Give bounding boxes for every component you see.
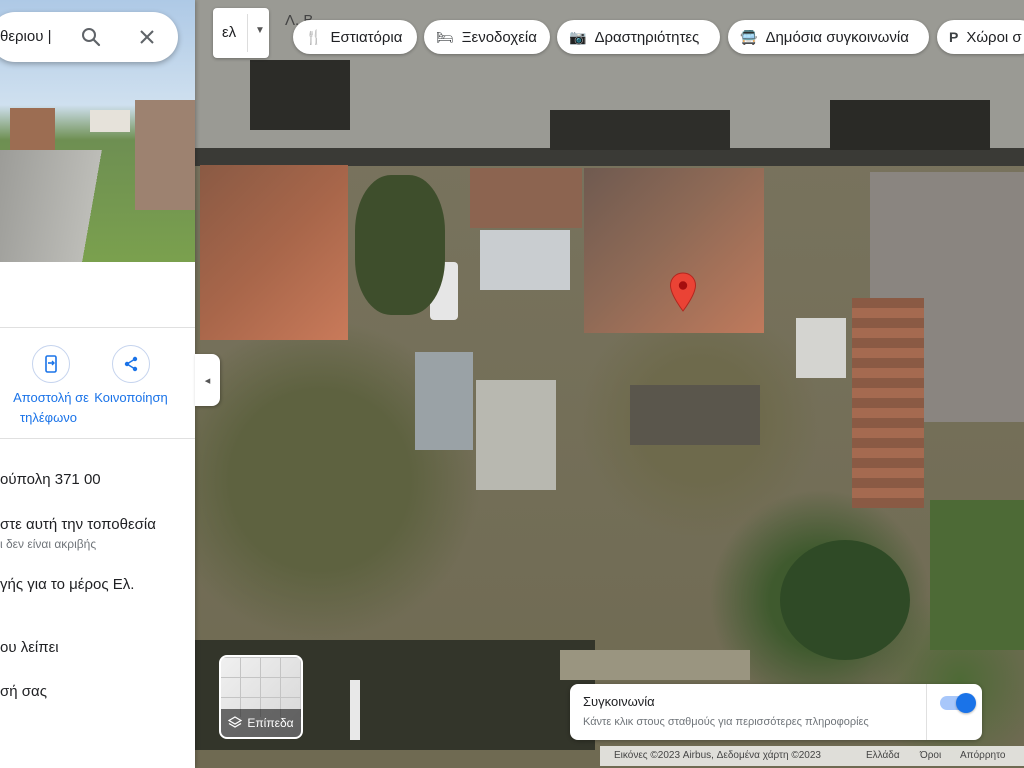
building-shadow <box>830 100 990 150</box>
restaurant-icon: 🍴 <box>305 28 323 45</box>
transit-description: Κάντε κλικ στους σταθμούς για περισσότερ… <box>583 716 869 728</box>
chip-label: Δραστηριότητες <box>594 28 700 46</box>
layers-bar: Επίπεδα <box>221 709 301 737</box>
transit-title: Συγκοινωνία <box>583 694 655 709</box>
chip-transit[interactable]: 🚍 Δημόσια συγκοινωνία <box>728 20 929 54</box>
debris <box>630 385 760 445</box>
location-subtext: ι δεν είναι ακριβής <box>0 537 97 551</box>
tree <box>780 540 910 660</box>
transit-toggle[interactable] <box>940 693 976 713</box>
roof <box>470 168 582 228</box>
location-pin-icon[interactable] <box>669 272 697 312</box>
search-box[interactable]: θεριου | <box>0 12 178 62</box>
roof <box>200 165 348 340</box>
road <box>0 150 150 262</box>
transit-layer-card[interactable]: Συγκοινωνία Κάντε κλικ στους σταθμούς γι… <box>570 684 982 740</box>
layers-thumbnail <box>221 657 301 717</box>
privacy-link[interactable]: Απόρρητο <box>960 750 1005 761</box>
house <box>10 108 55 150</box>
search-input[interactable]: θεριου | <box>0 28 52 45</box>
language-label: ελ <box>222 24 237 41</box>
hotel-icon: 🛏 <box>436 28 454 45</box>
rubble <box>476 380 556 490</box>
location-title[interactable]: στε αυτή την τοποθεσία <box>0 516 156 533</box>
structure <box>350 680 360 740</box>
send-to-phone-label-2: τηλέφωνο <box>20 410 77 425</box>
share-button[interactable]: Κοινοποίηση <box>81 345 181 407</box>
building-shadow <box>250 60 350 130</box>
suggest-edit-link[interactable]: γής για το μέρος Ελ. <box>0 576 134 593</box>
close-icon[interactable] <box>139 29 155 45</box>
roof <box>852 298 924 508</box>
house <box>90 110 130 132</box>
chip-label: Εστιατόρια <box>330 28 403 46</box>
transit-icon: 🚍 <box>740 28 758 45</box>
wall-shadow <box>195 148 1024 166</box>
toggle-knob <box>956 693 976 713</box>
parking-icon: P <box>949 29 959 45</box>
divider <box>0 327 195 328</box>
wall <box>135 100 195 210</box>
add-missing-place-link[interactable]: ου λείπει <box>0 639 59 656</box>
structure <box>796 318 846 378</box>
search-icon[interactable] <box>81 27 101 47</box>
roof <box>415 352 473 450</box>
divider <box>0 438 195 439</box>
map-footer: Εικόνες ©2023 Airbus, Δεδομένα χάρτη ©20… <box>600 746 1024 766</box>
roof <box>480 230 570 290</box>
structure <box>560 650 750 680</box>
chevron-down-icon: ▼ <box>255 25 265 36</box>
share-label: Κοινοποίηση <box>94 390 168 405</box>
collapse-panel-button[interactable]: ◂ <box>195 354 220 406</box>
camera-icon: 📷 <box>569 28 587 45</box>
place-panel: θεριου | Αποστολή σε Κοινοποίηση τηλέφων… <box>0 0 195 768</box>
country-link[interactable]: Ελλάδα <box>866 750 900 761</box>
building-shadow <box>550 110 730 150</box>
send-to-phone-icon <box>32 345 70 383</box>
grass <box>930 500 1024 650</box>
divider <box>247 14 248 52</box>
language-selector[interactable]: ελ ▼ <box>213 8 269 58</box>
layers-button[interactable]: Επίπεδα <box>219 655 303 739</box>
address-text[interactable]: ούπολη 371 00 <box>0 471 101 488</box>
tree <box>355 175 445 315</box>
chip-parking[interactable]: P Χώροι σ <box>937 20 1024 54</box>
divider <box>926 684 927 740</box>
layers-label: Επίπεδα <box>247 716 294 730</box>
chip-restaurants[interactable]: 🍴 Εστιατόρια <box>293 20 417 54</box>
your-business-link[interactable]: σή σας <box>0 683 47 700</box>
chip-label: Ξενοδοχεία <box>461 28 537 46</box>
chevron-left-icon: ◂ <box>204 374 211 387</box>
share-icon <box>112 345 150 383</box>
layers-icon <box>228 716 243 728</box>
terms-link[interactable]: Όροι <box>920 750 941 761</box>
chip-label: Δημόσια συγκοινωνία <box>765 28 909 46</box>
imagery-credit: Εικόνες ©2023 Airbus, Δεδομένα χάρτη ©20… <box>614 750 821 761</box>
chip-hotels[interactable]: 🛏 Ξενοδοχεία <box>424 20 550 54</box>
chip-activities[interactable]: 📷 Δραστηριότητες <box>557 20 720 54</box>
chip-label: Χώροι σ <box>966 28 1022 46</box>
